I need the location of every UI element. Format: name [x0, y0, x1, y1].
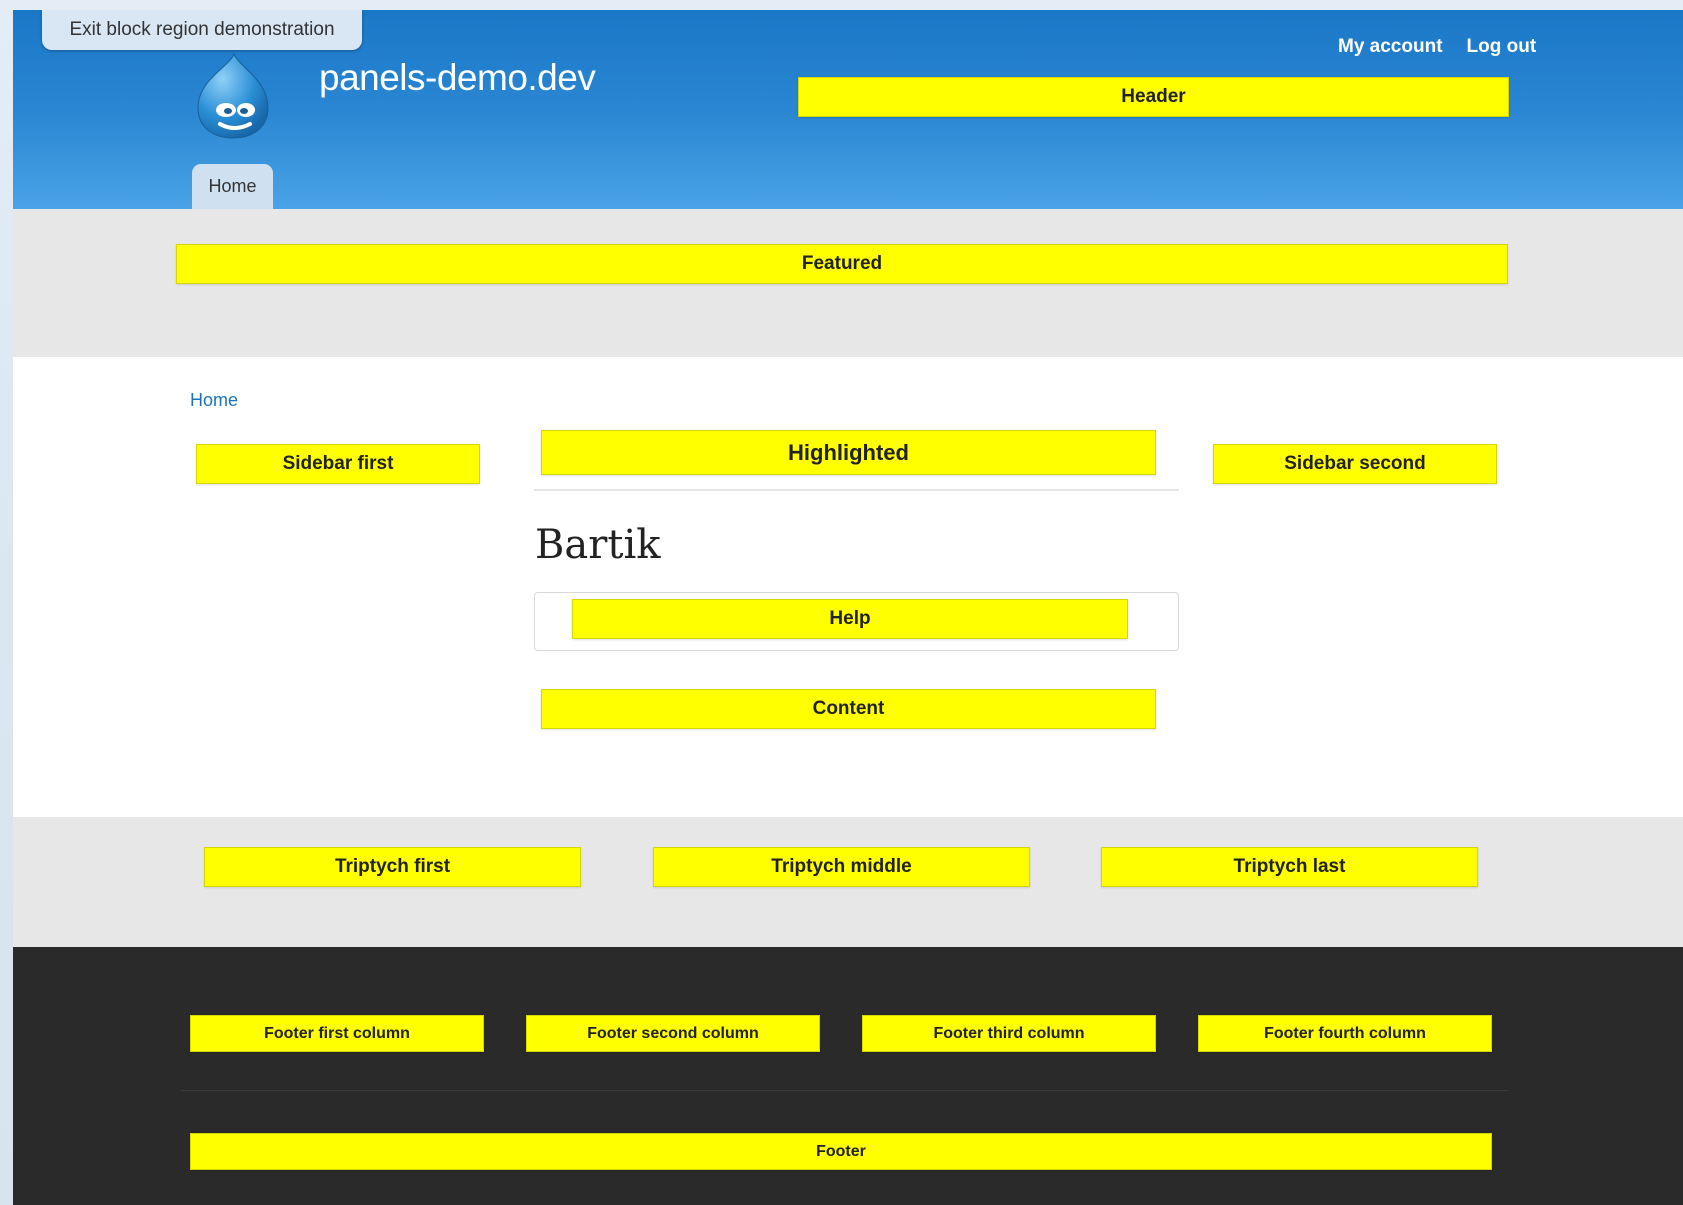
region-footer-fourth-column: Footer fourth column	[1198, 1015, 1492, 1052]
log-out-link[interactable]: Log out	[1467, 36, 1537, 58]
exit-demo-button[interactable]: Exit block region demonstration	[42, 10, 362, 50]
region-highlighted: Highlighted	[541, 430, 1156, 475]
region-help: Help	[572, 599, 1128, 639]
site-name-link[interactable]: panels-demo.dev	[319, 57, 596, 99]
region-footer-second-column: Footer second column	[526, 1015, 820, 1052]
footer-divider	[181, 1090, 1508, 1091]
region-sidebar-second: Sidebar second	[1213, 444, 1497, 484]
region-triptych-last: Triptych last	[1101, 847, 1478, 887]
footer-band: Footer first column Footer second column…	[13, 947, 1683, 1205]
triptych-band: Triptych first Triptych middle Triptych …	[13, 817, 1683, 947]
region-sidebar-first: Sidebar first	[196, 444, 480, 484]
page-title: Bartik	[535, 522, 661, 568]
region-content: Content	[541, 689, 1156, 729]
page: Exit block region demonstration panels-d…	[13, 10, 1683, 1205]
breadcrumb-home-link[interactable]: Home	[190, 390, 238, 411]
site-header: Exit block region demonstration panels-d…	[13, 10, 1683, 209]
drupal-logo-icon[interactable]	[188, 52, 278, 140]
region-triptych-first: Triptych first	[204, 847, 581, 887]
secondary-menu: My account Log out	[1338, 36, 1536, 58]
region-footer-first-column: Footer first column	[190, 1015, 484, 1052]
featured-band: Featured	[13, 209, 1683, 357]
region-featured: Featured	[176, 244, 1508, 284]
region-footer-third-column: Footer third column	[862, 1015, 1156, 1052]
region-footer: Footer	[190, 1133, 1492, 1170]
region-triptych-middle: Triptych middle	[653, 847, 1030, 887]
my-account-link[interactable]: My account	[1338, 36, 1443, 58]
highlighted-divider	[534, 489, 1179, 491]
region-header: Header	[798, 77, 1509, 117]
main-menu-home-tab[interactable]: Home	[192, 164, 273, 209]
